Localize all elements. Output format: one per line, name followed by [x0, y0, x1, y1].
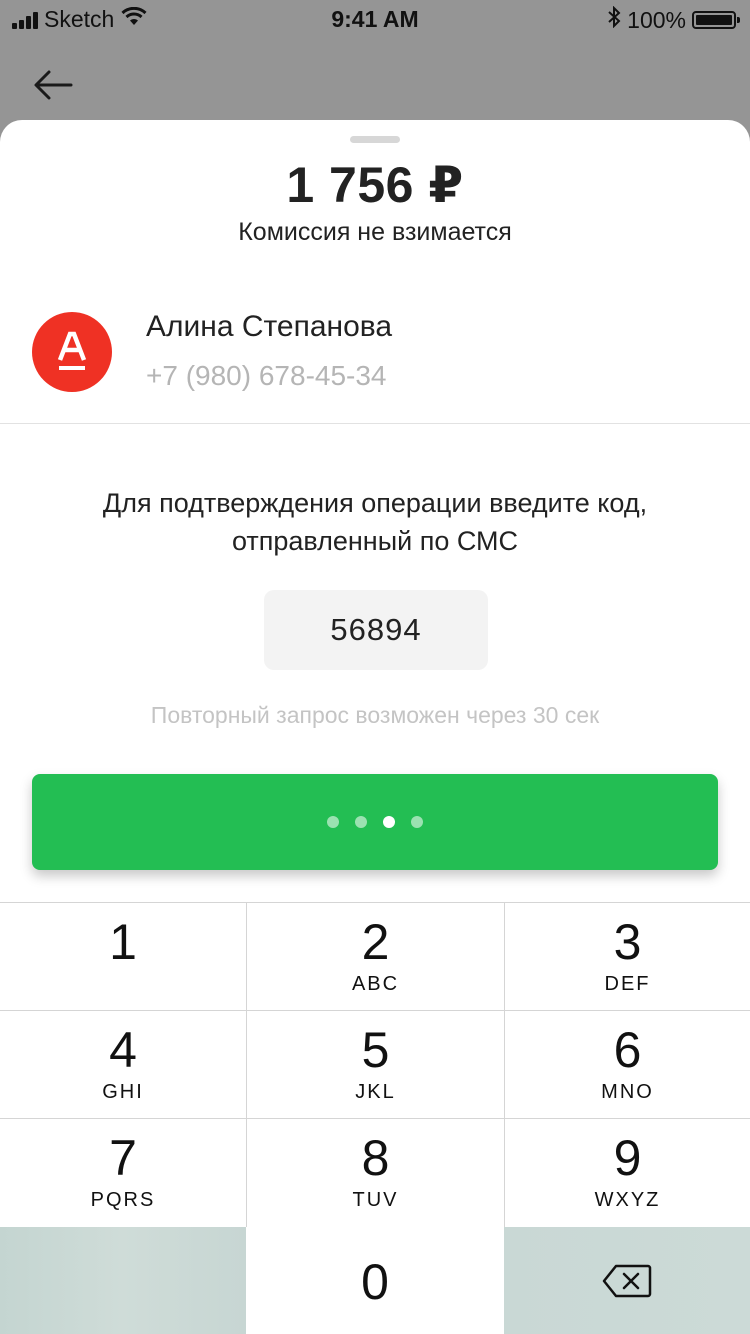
key-letters: ABC	[351, 973, 400, 995]
sms-instruction: Для подтверждения операции введите код, …	[102, 488, 648, 556]
key-letters: JKL	[355, 1081, 396, 1103]
recipient-phone: +7 (980) 678-45-34	[146, 360, 387, 391]
status-right: 100%	[607, 5, 740, 34]
key-blank	[0, 1227, 246, 1334]
resend-timer-text: Повторный запрос возможен через 30 сек	[150, 702, 600, 728]
back-button[interactable]	[28, 60, 78, 110]
key-letters: DEF	[604, 973, 651, 995]
key-9[interactable]: 9 WXYZ	[504, 1119, 750, 1227]
loading-dot	[383, 816, 395, 828]
loading-dot	[411, 816, 423, 828]
sms-code-input[interactable]: 56894	[264, 590, 488, 670]
key-digit: 3	[613, 914, 642, 970]
battery-percent: 100%	[627, 6, 686, 33]
key-6[interactable]: 6 MNO	[504, 1011, 750, 1119]
key-digit: 2	[361, 914, 390, 970]
avatar	[32, 312, 112, 392]
key-digit: 4	[109, 1022, 137, 1078]
key-8[interactable]: 8 TUV	[246, 1119, 504, 1227]
alfa-logo-icon	[57, 331, 87, 370]
key-7[interactable]: 7 PQRS	[0, 1119, 246, 1227]
key-digit: 9	[613, 1130, 642, 1186]
key-digit: 8	[361, 1130, 390, 1186]
payment-amount: 1 756 ₽	[286, 157, 464, 213]
key-digit: 1	[109, 914, 137, 970]
confirmation-sheet: 1 756 ₽ Комиссия не взимается Алина Степ…	[0, 120, 750, 1334]
key-0[interactable]: 0	[246, 1227, 504, 1334]
key-3[interactable]: 3 DEF	[504, 903, 750, 1011]
key-digit: 5	[361, 1022, 390, 1078]
key-4[interactable]: 4 GHI	[0, 1011, 246, 1119]
key-letters: WXYZ	[594, 1189, 661, 1211]
key-2[interactable]: 2 ABC	[246, 903, 504, 1011]
backspace-icon	[602, 1264, 652, 1298]
status-bar: Sketch 9:41 AM 100%	[0, 0, 750, 40]
loading-dot	[355, 816, 367, 828]
loading-dot	[327, 816, 339, 828]
key-letters: GHI	[102, 1081, 144, 1103]
key-digit: 6	[613, 1022, 642, 1078]
key-5[interactable]: 5 JKL	[246, 1011, 504, 1119]
key-1[interactable]: 1	[0, 903, 246, 1011]
recipient-name: Алина Степанова	[146, 310, 393, 343]
arrow-left-icon	[34, 70, 73, 100]
key-digit: 0	[361, 1254, 389, 1310]
sheet-grabber[interactable]	[350, 136, 400, 143]
confirm-button[interactable]	[32, 774, 718, 870]
bluetooth-icon	[607, 5, 621, 34]
key-letters: PQRS	[90, 1189, 156, 1211]
key-letters: TUV	[352, 1189, 399, 1211]
battery-fill	[696, 15, 732, 25]
recipient-card: Алина Степанова +7 (980) 678-45-34	[0, 288, 750, 424]
battery-icon	[692, 11, 740, 29]
key-digit: 7	[109, 1130, 137, 1186]
delete-key[interactable]	[504, 1227, 750, 1334]
numeric-keypad: 1 2 ABC 3 DEF 4 GHI 5 JKL 6 MNO 7 PQRS 8…	[0, 902, 750, 1334]
commission-text: Комиссия не взимается	[238, 218, 512, 246]
key-letters: MNO	[601, 1081, 654, 1103]
